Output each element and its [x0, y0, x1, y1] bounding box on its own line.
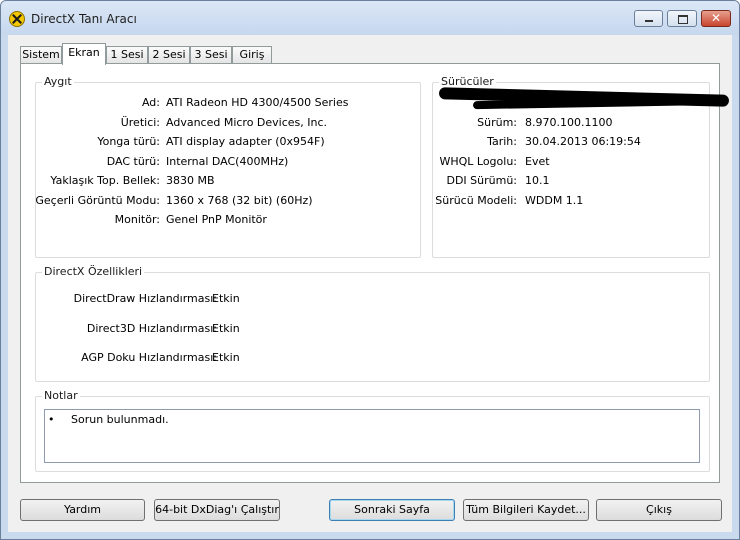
notes-group: Notlar • Sorun bulunmadı. [35, 389, 710, 472]
device-label: Üretici: [120, 116, 160, 129]
note-text: Sorun bulunmadı. [71, 413, 169, 426]
tab-ekran[interactable]: Ekran [62, 43, 106, 65]
feature-label: DirectDraw Hızlandırması: [73, 292, 217, 305]
drivers-legend: Sürücüler [439, 75, 496, 88]
tab-sistem[interactable]: Sistem [20, 46, 62, 64]
device-label: Ad: [141, 96, 160, 109]
driver-value: WDDM 1.1 [525, 194, 584, 207]
close-button[interactable] [701, 10, 731, 27]
tab-1-sesi[interactable]: 1 Sesi [106, 46, 148, 64]
run-64bit-dxdiag-button[interactable]: 64-bit DxDiag'ı Çalıştır [154, 499, 280, 521]
device-label: Geçerli Görüntü Modu: [35, 194, 160, 207]
device-value: Genel PnP Monitör [166, 213, 267, 226]
driver-label: Sürüm: [477, 116, 517, 129]
driver-label: Tarih: [487, 135, 517, 148]
driver-label: Sürücü Modeli: [435, 194, 517, 207]
tab-giris[interactable]: Giriş [232, 46, 272, 64]
device-value: 1360 x 768 (32 bit) (60Hz) [166, 194, 313, 207]
dialog-body: Sistem Ekran 1 Sesi 2 Sesi 3 Sesi Giriş … [8, 35, 732, 532]
directx-window: DirectX Tanı Aracı Sistem Ekran 1 Sesi 2… [0, 0, 740, 540]
window-title: DirectX Tanı Aracı [31, 12, 137, 26]
device-label: DAC türü: [106, 155, 160, 168]
device-value: Internal DAC(400MHz) [166, 155, 289, 168]
features-legend: DirectX Özellikleri [42, 265, 145, 278]
next-page-button[interactable]: Sonraki Sayfa [329, 499, 455, 521]
device-value: 3830 MB [166, 174, 215, 187]
driver-value: 10.1 [525, 174, 550, 187]
directx-icon [9, 11, 25, 27]
notes-textbox[interactable]: • Sorun bulunmadı. [44, 409, 700, 463]
feature-label: AGP Doku Hızlandırması: [81, 351, 217, 364]
driver-value: 8.970.100.1100 [525, 116, 613, 129]
device-legend: Aygıt [42, 75, 74, 88]
title-bar[interactable]: DirectX Tanı Aracı [1, 1, 739, 35]
feature-value: Etkin [212, 322, 240, 335]
feature-value: Etkin [212, 292, 240, 305]
device-value: ATI Radeon HD 4300/4500 Series [166, 96, 349, 109]
device-value: ATI display adapter (0x954F) [166, 135, 325, 148]
device-label: Yonga türü: [97, 135, 160, 148]
help-button[interactable]: Yardım [20, 499, 145, 521]
minimize-button[interactable] [634, 10, 663, 27]
notes-legend: Notlar [42, 389, 80, 402]
feature-value: Etkin [212, 351, 240, 364]
device-label: Monitör: [114, 213, 160, 226]
driver-label: WHQL Logolu: [439, 155, 517, 168]
driver-label: DDI Sürümü: [446, 174, 517, 187]
maximize-button[interactable] [667, 10, 697, 27]
save-all-info-button[interactable]: Tüm Bilgileri Kaydet... [463, 499, 589, 521]
tab-3-sesi[interactable]: 3 Sesi [190, 46, 232, 64]
note-bullet: • [48, 413, 55, 426]
driver-value: Evet [525, 155, 550, 168]
exit-button[interactable]: Çıkış [596, 499, 722, 521]
device-label: Yaklaşık Top. Bellek: [50, 174, 160, 187]
device-value: Advanced Micro Devices, Inc. [166, 116, 328, 129]
driver-value: 30.04.2013 06:19:54 [525, 135, 641, 148]
feature-label: Direct3D Hızlandırması: [86, 322, 217, 335]
directx-features-group: DirectX Özellikleri DirectDraw Hızlandır… [35, 265, 710, 382]
device-group: Aygıt Ad: ATI Radeon HD 4300/4500 Series… [35, 75, 421, 258]
drivers-group: Sürücüler Sürüm: 8.970.100.1100 Tarih: 3… [432, 75, 730, 258]
tab-panel-ekran: Aygıt Ad: ATI Radeon HD 4300/4500 Series… [20, 63, 730, 483]
tab-2-sesi[interactable]: 2 Sesi [148, 46, 190, 64]
